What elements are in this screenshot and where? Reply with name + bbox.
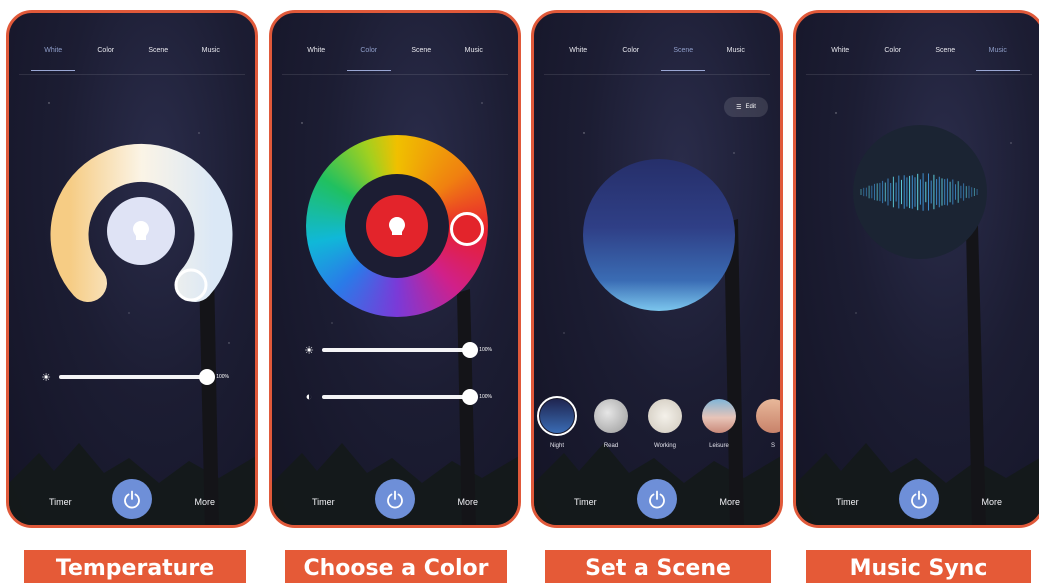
tab-white[interactable]: White <box>816 47 864 67</box>
power-icon <box>911 490 927 509</box>
brightness-slider-row: ☀ 100% <box>302 342 492 358</box>
power-button[interactable] <box>112 479 152 519</box>
mode-tab-bar: White Color Scene Music <box>9 47 255 71</box>
brightness-slider-row: ☀ 100% <box>39 369 229 385</box>
scene-label: S <box>770 443 775 449</box>
scene-thumbnail <box>594 399 628 433</box>
mode-tab-bar: White Color Scene Music <box>534 47 780 71</box>
scene-thumbnail <box>702 399 736 433</box>
power-button[interactable] <box>637 479 677 519</box>
tab-color[interactable]: Color <box>82 47 130 67</box>
more-button[interactable]: More <box>194 497 215 507</box>
brightness-icon: ☀ <box>41 371 51 384</box>
power-button[interactable] <box>375 479 415 519</box>
scene-label: Leisure <box>709 443 729 449</box>
contrast-icon: ◐ <box>305 391 313 403</box>
temperature-ring[interactable] <box>45 138 235 308</box>
bottom-bar: Timer More <box>534 465 780 525</box>
scene-list: Night Read Working Leisure S <box>537 396 780 459</box>
saturation-slider-row: ◐ 100% <box>302 389 492 405</box>
brightness-value: 100% <box>216 374 229 380</box>
mode-tab-bar: White Color Scene Music <box>272 47 518 71</box>
power-icon <box>124 490 140 509</box>
bulb-icon <box>389 217 405 235</box>
tab-white[interactable]: White <box>29 47 77 71</box>
scene-item-read[interactable]: Read <box>594 399 628 459</box>
tab-scene[interactable]: Scene <box>659 47 707 71</box>
timer-button[interactable]: Timer <box>49 497 72 507</box>
power-icon <box>387 490 403 509</box>
tab-color[interactable]: Color <box>607 47 655 67</box>
color-wheel[interactable] <box>306 135 488 317</box>
edit-scenes-button[interactable]: ☰ Edit <box>724 97 768 117</box>
phone-color-screen: White Color Scene Music ☀ 100% ◐ 100% Ti… <box>269 10 521 528</box>
caption-choose-color: Choose a Color <box>285 550 507 583</box>
phone-music-screen: White Color Scene Music Timer More <box>793 10 1039 528</box>
timer-button[interactable]: Timer <box>574 497 597 507</box>
scene-preview <box>583 159 735 311</box>
tab-divider <box>544 74 770 75</box>
tab-divider <box>806 74 1032 75</box>
timer-button[interactable]: Timer <box>836 497 859 507</box>
sound-wave-icon <box>860 173 978 211</box>
selected-color-center[interactable] <box>366 195 428 257</box>
more-button[interactable]: More <box>981 497 1002 507</box>
power-button[interactable] <box>899 479 939 519</box>
tab-music[interactable]: Music <box>712 47 760 67</box>
tab-scene[interactable]: Scene <box>397 47 445 67</box>
scene-thumbnail <box>756 399 780 433</box>
scene-label: Working <box>654 443 676 449</box>
phone-white-screen: White Color Scene Music ☀ 100% Timer Mor… <box>6 10 258 528</box>
brightness-icon: ☀ <box>304 344 314 357</box>
scene-item-leisure[interactable]: Leisure <box>702 399 736 459</box>
color-picker-knob[interactable] <box>450 212 484 246</box>
scene-item-night[interactable]: Night <box>537 396 577 459</box>
brightness-slider[interactable] <box>322 342 478 358</box>
scene-item-partial[interactable]: S <box>756 399 780 459</box>
tab-music[interactable]: Music <box>974 47 1022 71</box>
tab-divider <box>282 74 508 75</box>
saturation-value: 100% <box>479 394 492 400</box>
scene-label: Night <box>549 443 564 449</box>
saturation-slider[interactable] <box>322 389 478 405</box>
caption-temperature: Temperature <box>24 550 246 583</box>
bottom-bar: Timer More <box>9 465 255 525</box>
night-sky-background <box>796 112 1039 525</box>
brightness-slider-thumb[interactable] <box>462 342 478 358</box>
tab-divider <box>19 74 245 75</box>
brightness-value: 100% <box>479 347 492 353</box>
tab-white[interactable]: White <box>292 47 340 67</box>
more-button[interactable]: More <box>719 497 740 507</box>
more-button[interactable]: More <box>457 497 478 507</box>
mode-tab-bar: White Color Scene Music <box>796 47 1039 71</box>
phone-scene-screen: White Color Scene Music ☰ Edit Night Rea… <box>531 10 783 528</box>
sliders-icon: ☰ <box>736 104 742 111</box>
caption-music-sync: Music Sync <box>806 550 1031 583</box>
brightness-slider-thumb[interactable] <box>199 369 215 385</box>
scene-thumbnail <box>537 396 577 436</box>
brightness-slider[interactable] <box>59 369 215 385</box>
caption-set-scene: Set a Scene <box>545 550 771 583</box>
tab-scene[interactable]: Scene <box>921 47 969 67</box>
tab-white[interactable]: White <box>554 47 602 67</box>
tab-music[interactable]: Music <box>187 47 235 67</box>
power-icon <box>649 490 665 509</box>
tab-color[interactable]: Color <box>869 47 917 67</box>
app-showcase: White Color Scene Music ☀ 100% Timer Mor… <box>0 0 1039 583</box>
scene-thumbnail <box>648 399 682 433</box>
bottom-bar: Timer More <box>796 465 1039 525</box>
timer-button[interactable]: Timer <box>312 497 335 507</box>
music-visualizer <box>853 125 987 259</box>
scene-item-working[interactable]: Working <box>648 399 682 459</box>
edit-label: Edit <box>745 104 756 110</box>
saturation-slider-thumb[interactable] <box>462 389 478 405</box>
tab-music[interactable]: Music <box>450 47 498 67</box>
scene-label: Read <box>603 443 619 449</box>
tab-scene[interactable]: Scene <box>134 47 182 67</box>
tab-color[interactable]: Color <box>345 47 393 71</box>
bottom-bar: Timer More <box>272 465 518 525</box>
